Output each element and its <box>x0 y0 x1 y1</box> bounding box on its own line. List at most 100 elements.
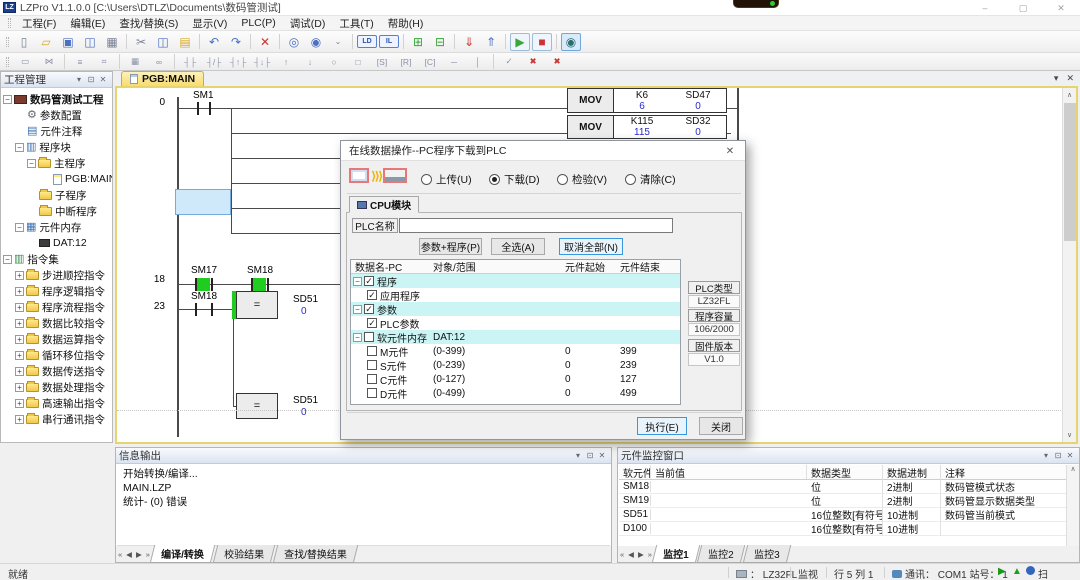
scrollbar-thumb[interactable] <box>1064 103 1076 241</box>
expander-icon[interactable]: − <box>353 277 362 286</box>
nav-next-icon[interactable]: ▶ <box>638 550 644 559</box>
convert-all-icon[interactable]: ⋈ <box>38 54 60 69</box>
il-view-icon[interactable]: IL <box>379 35 399 48</box>
expander-icon[interactable]: + <box>15 319 24 328</box>
menu-tools[interactable]: 工具(T) <box>332 16 380 31</box>
tree-item-dat12[interactable]: DAT:12 <box>1 235 112 251</box>
checkbox-checked[interactable]: ✓ <box>367 290 377 300</box>
tab-monitor-1[interactable]: 监控1 <box>652 545 700 563</box>
radio-upload[interactable]: 上传(U) <box>421 172 472 187</box>
scroll-down-icon[interactable]: ∨ <box>1063 428 1076 442</box>
radio-icon[interactable] <box>421 174 432 185</box>
menu-help[interactable]: 帮助(H) <box>381 16 431 31</box>
edge-up-icon[interactable]: ↑ <box>275 54 297 69</box>
scroll-up-icon[interactable]: ∧ <box>1070 465 1075 473</box>
checkbox-checked[interactable]: ✓ <box>364 304 374 314</box>
tree-item-sub-program[interactable]: 子程序 <box>1 187 112 203</box>
tree-item-param-config[interactable]: ⚙参数配置 <box>1 107 112 123</box>
nav-prev-icon[interactable]: ◀ <box>628 550 634 559</box>
maximize-button[interactable]: ▢ <box>1004 0 1042 16</box>
delete-vline-icon[interactable]: ✖ <box>546 54 568 69</box>
edge-down-icon[interactable]: ↓ <box>299 54 321 69</box>
delete-cell-icon[interactable]: ∞ <box>148 54 170 69</box>
tree-item-project-root[interactable]: −数码管测试工程 <box>1 91 112 107</box>
tree-item-instruction-set[interactable]: −▥指令集 <box>1 251 112 267</box>
radio-clear[interactable]: 清除(C) <box>625 172 676 187</box>
checkbox-unchecked[interactable] <box>367 346 377 356</box>
scroll-up-icon[interactable]: ∧ <box>1063 88 1076 102</box>
tree-item-program-block[interactable]: −▥程序块 <box>1 139 112 155</box>
contact-no-icon[interactable]: ┤├ <box>179 54 201 69</box>
table-row-app-program[interactable]: ✓应用程序 <box>351 288 680 302</box>
monitor-scrollbar[interactable]: ∧ ∨ <box>1066 465 1079 554</box>
editor-vertical-scrollbar[interactable]: ∧ ∨ <box>1062 88 1076 442</box>
tree-item-logic-instr[interactable]: +程序逻辑指令 <box>1 283 112 299</box>
menu-find-replace[interactable]: 查找/替换(S) <box>112 16 185 31</box>
nav-first-icon[interactable]: « <box>620 550 624 559</box>
plc-name-field[interactable] <box>399 218 673 233</box>
checkbox-checked[interactable]: ✓ <box>364 276 374 286</box>
table-row-plc-parameter[interactable]: ✓PLC参数 <box>351 316 680 330</box>
open-file-icon[interactable]: ▱ <box>36 33 56 51</box>
select-all-button[interactable]: 全选(A) <box>491 238 545 255</box>
checkbox-unchecked[interactable] <box>367 374 377 384</box>
download-to-plc-icon[interactable]: ⇓ <box>459 33 479 51</box>
panel-pin-icon[interactable]: ⊡ <box>584 451 596 460</box>
tab-list-icon[interactable]: ▾ <box>1054 73 1059 84</box>
expander-icon[interactable]: − <box>15 223 24 232</box>
radio-verify[interactable]: 检验(V) <box>557 172 607 187</box>
tab-close-icon[interactable]: ✕ <box>1066 73 1074 84</box>
panel-menu-icon[interactable]: ▾ <box>73 75 85 84</box>
panel-pin-icon[interactable]: ⊡ <box>85 75 97 84</box>
cut-icon[interactable]: ✂ <box>131 33 151 51</box>
panel-close-icon[interactable]: ✕ <box>596 451 608 460</box>
checkbox-unchecked[interactable] <box>367 388 377 398</box>
tree-item-highspeed-instr[interactable]: +高速输出指令 <box>1 395 112 411</box>
mov-instruction-block[interactable]: MOV K66 SD470 <box>567 88 727 113</box>
monitor-row-sm19[interactable]: SM19位2进制数码管显示数据类型 <box>619 494 1078 508</box>
copy-icon[interactable]: ◫ <box>153 33 173 51</box>
menu-plc[interactable]: PLC(P) <box>234 17 282 29</box>
zoom-out-icon[interactable]: ⊟ <box>430 33 450 51</box>
new-file-icon[interactable]: ▯ <box>14 33 34 51</box>
table-row-device-memory[interactable]: −软元件内存 DAT:12 <box>351 330 680 344</box>
coil-icon[interactable]: ○ <box>323 54 345 69</box>
stop-icon[interactable]: ■ <box>532 33 552 51</box>
horizontal-line-icon[interactable]: ─ <box>443 54 465 69</box>
radio-icon-selected[interactable] <box>489 174 500 185</box>
tree-item-interrupt-program[interactable]: 中断程序 <box>1 203 112 219</box>
expander-icon[interactable]: − <box>27 159 36 168</box>
menu-project[interactable]: 工程(F) <box>15 16 63 31</box>
checkbox-unchecked[interactable] <box>367 360 377 370</box>
table-row-s-device[interactable]: S元件 (0-239)0239 <box>351 358 680 372</box>
nav-prev-icon[interactable]: ◀ <box>126 550 132 559</box>
tree-item-main-program[interactable]: −主程序 <box>1 155 112 171</box>
expander-icon[interactable]: + <box>15 287 24 296</box>
nav-next-icon[interactable]: ▶ <box>136 550 142 559</box>
table-row-c-device[interactable]: C元件 (0-127)0127 <box>351 372 680 386</box>
insert-cell-icon[interactable]: ▦ <box>124 54 146 69</box>
print-icon[interactable]: ▦ <box>102 33 122 51</box>
function-block-icon[interactable]: □ <box>347 54 369 69</box>
delete-row-icon[interactable]: ⌗ <box>93 54 115 69</box>
radio-download[interactable]: 下载(D) <box>489 172 540 187</box>
checkbox-unchecked[interactable] <box>364 332 374 342</box>
selected-cell[interactable] <box>175 189 231 215</box>
undo-icon[interactable]: ↶ <box>204 33 224 51</box>
insert-row-icon[interactable]: ≡ <box>69 54 91 69</box>
save-icon[interactable]: ▣ <box>58 33 78 51</box>
run-icon[interactable]: ▶ <box>510 33 530 51</box>
expander-icon[interactable]: − <box>3 255 12 264</box>
menu-debug[interactable]: 调试(D) <box>283 16 333 31</box>
tree-item-compare-instr[interactable]: +数据比较指令 <box>1 315 112 331</box>
contact-rising-icon[interactable]: ┤↑├ <box>227 54 249 69</box>
paste-icon[interactable]: ▤ <box>175 33 195 51</box>
redo-icon[interactable]: ↷ <box>226 33 246 51</box>
find-icon[interactable]: ◎ <box>284 33 304 51</box>
tree-item-math-instr[interactable]: +数据运算指令 <box>1 331 112 347</box>
tree-item-device-memory[interactable]: −▦元件内存 <box>1 219 112 235</box>
expander-icon[interactable]: + <box>15 335 24 344</box>
upload-from-plc-icon[interactable]: ⇑ <box>481 33 501 51</box>
tree-item-process-instr[interactable]: +数据处理指令 <box>1 379 112 395</box>
expander-icon[interactable]: − <box>15 143 24 152</box>
